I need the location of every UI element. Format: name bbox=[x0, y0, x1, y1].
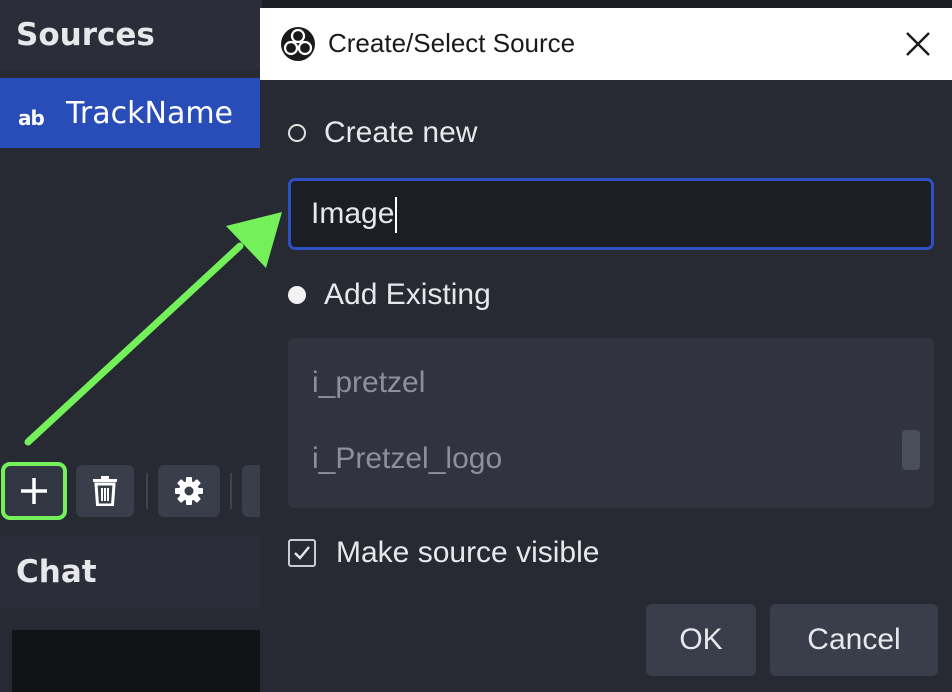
create-new-option[interactable]: Create new bbox=[288, 116, 477, 150]
gear-icon bbox=[175, 477, 203, 505]
close-button[interactable] bbox=[898, 24, 938, 64]
source-list[interactable]: ab TrackName bbox=[0, 70, 262, 455]
make-visible-label: Make source visible bbox=[336, 536, 600, 569]
source-item-trackname[interactable]: ab TrackName bbox=[0, 78, 262, 148]
add-existing-option[interactable]: Add Existing bbox=[288, 278, 491, 312]
trash-icon bbox=[93, 476, 117, 506]
make-visible-checkbox[interactable] bbox=[288, 539, 316, 567]
toolbar-separator bbox=[230, 473, 232, 509]
create-new-label: Create new bbox=[324, 116, 478, 149]
sources-toolbar bbox=[0, 455, 272, 527]
toolbar-separator bbox=[146, 473, 148, 509]
text-caret bbox=[395, 197, 398, 234]
plus-icon bbox=[21, 478, 47, 504]
chat-title: Chat bbox=[0, 536, 262, 608]
scrollbar-handle[interactable] bbox=[902, 430, 920, 470]
ok-button[interactable]: OK bbox=[646, 604, 756, 676]
add-source-button[interactable] bbox=[1, 462, 67, 520]
chat-view[interactable] bbox=[12, 630, 262, 692]
text-source-icon: ab bbox=[18, 106, 45, 130]
close-icon bbox=[906, 32, 930, 56]
sources-dock: Sources ab TrackName Chat bbox=[0, 0, 272, 692]
dialog-title: Create/Select Source bbox=[328, 28, 576, 58]
list-item[interactable]: i_pretzel bbox=[312, 366, 425, 400]
source-properties-button[interactable] bbox=[158, 465, 220, 517]
existing-sources-list[interactable]: i_pretzel i_Pretzel_logo bbox=[288, 338, 934, 508]
add-existing-radio[interactable] bbox=[288, 286, 306, 304]
source-item-label: TrackName bbox=[66, 95, 234, 131]
obs-logo-icon bbox=[281, 27, 315, 61]
create-new-radio[interactable] bbox=[288, 124, 306, 142]
checkmark-icon bbox=[294, 546, 310, 560]
list-item[interactable]: i_Pretzel_logo bbox=[312, 442, 502, 476]
add-existing-label: Add Existing bbox=[324, 278, 491, 311]
sources-title: Sources bbox=[0, 0, 262, 70]
chat-panel bbox=[0, 608, 262, 692]
make-visible-option[interactable]: Make source visible bbox=[288, 536, 599, 570]
source-name-value: Image bbox=[311, 197, 395, 230]
source-name-input[interactable]: Image bbox=[288, 178, 934, 250]
remove-source-button[interactable] bbox=[76, 465, 134, 517]
dialog-titlebar[interactable]: Create/Select Source bbox=[260, 8, 952, 80]
cancel-button[interactable]: Cancel bbox=[770, 604, 938, 676]
create-select-source-dialog: Create/Select Source Create new Image Ad… bbox=[260, 8, 952, 692]
